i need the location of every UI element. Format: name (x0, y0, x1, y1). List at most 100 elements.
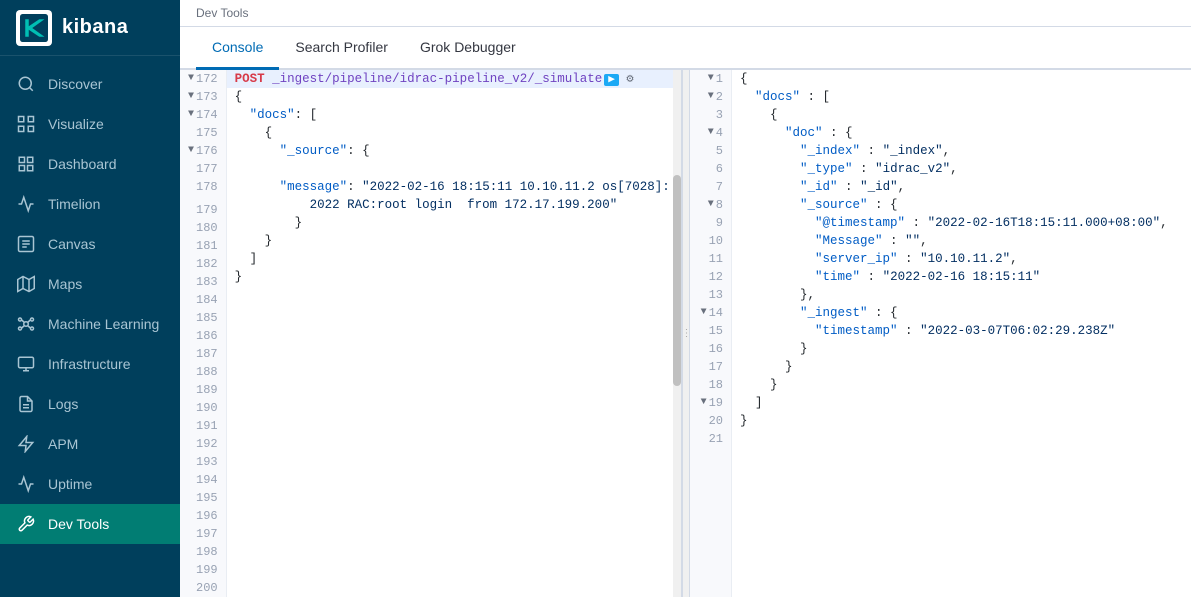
sidebar-item-maps[interactable]: Maps (0, 264, 180, 304)
code-line-172: POST _ingest/pipeline/idrac-pipeline_v2/… (227, 70, 681, 88)
code-line-186 (227, 340, 681, 358)
tabs-bar: Console Search Profiler Grok Debugger (180, 27, 1191, 70)
logs-label: Logs (48, 396, 78, 412)
code-line-176: "_source": { (227, 142, 681, 160)
line-172: ▼172 (180, 70, 226, 88)
visualize-icon (16, 114, 36, 134)
out-line-4: ▼4 (690, 124, 731, 142)
sidebar-item-apm[interactable]: APM (0, 424, 180, 464)
editor-code-area[interactable]: POST _ingest/pipeline/idrac-pipeline_v2/… (227, 70, 681, 597)
out-code-1: { (732, 70, 1191, 88)
out-line-6: 6 (690, 160, 731, 178)
out-code-20: } (732, 412, 1191, 430)
line-176: ▼176 (180, 142, 226, 160)
line-191: 191 (180, 417, 226, 435)
line-175: 175 (180, 124, 226, 142)
code-line-185 (227, 322, 681, 340)
code-line-192 (227, 448, 681, 466)
code-line-188 (227, 376, 681, 394)
code-line-174: "docs": [ (227, 106, 681, 124)
line-199: 199 (180, 561, 226, 579)
tab-search-profiler[interactable]: Search Profiler (279, 27, 404, 70)
editor-scroll-thumb (673, 175, 681, 386)
out-line-12: 12 (690, 268, 731, 286)
line-173: ▼173 (180, 88, 226, 106)
sidebar-item-machine-learning[interactable]: Machine Learning (0, 304, 180, 344)
out-code-8: "_source" : { (732, 196, 1191, 214)
code-line-183 (227, 286, 681, 304)
visualize-label: Visualize (48, 116, 104, 132)
code-line-181: ] (227, 250, 681, 268)
sidebar-item-infrastructure[interactable]: Infrastructure (0, 344, 180, 384)
line-195: 195 (180, 489, 226, 507)
fold-out-2-arrow: ▼ (708, 88, 714, 106)
kibana-logo-icon (16, 10, 52, 46)
line-184: 184 (180, 291, 226, 309)
editor-scrollbar[interactable] (673, 70, 681, 597)
out-code-13: }, (732, 286, 1191, 304)
logs-icon (16, 394, 36, 414)
code-line-180: } (227, 232, 681, 250)
code-line-191 (227, 430, 681, 448)
sidebar-item-discover[interactable]: Discover (0, 64, 180, 104)
out-code-17: } (732, 358, 1191, 376)
out-line-9: 9 (690, 214, 731, 232)
line-179: 179 (180, 201, 226, 219)
line-185: 185 (180, 309, 226, 327)
line-178: 178 (180, 178, 226, 196)
code-line-178b: 2022 RAC:root login from 172.17.199.200" (227, 196, 681, 214)
machine-learning-label: Machine Learning (48, 316, 159, 332)
apm-icon (16, 434, 36, 454)
line-197: 197 (180, 525, 226, 543)
maps-icon (16, 274, 36, 294)
line-192: 192 (180, 435, 226, 453)
out-code-21 (732, 430, 1191, 448)
editor-container: ▼172 ▼173 ▼174 175 ▼176 177 178 179 180 … (180, 70, 1191, 597)
sidebar-nav: Discover Visualize Dashboard Timelion Ca… (0, 56, 180, 597)
out-code-7: "_id" : "_id", (732, 178, 1191, 196)
out-line-11: 11 (690, 250, 731, 268)
out-code-3: { (732, 106, 1191, 124)
canvas-icon (16, 234, 36, 254)
code-line-187 (227, 358, 681, 376)
out-line-16: 16 (690, 340, 731, 358)
sidebar-item-uptime[interactable]: Uptime (0, 464, 180, 504)
dev-tools-label: Dev Tools (48, 516, 109, 532)
out-line-19: ▼19 (690, 394, 731, 412)
line-187: 187 (180, 345, 226, 363)
out-line-2: ▼2 (690, 88, 731, 106)
out-code-4: "doc" : { (732, 124, 1191, 142)
out-line-3: 3 (690, 106, 731, 124)
logo: kibana (0, 0, 180, 56)
code-line-173: { (227, 88, 681, 106)
tab-console[interactable]: Console (196, 27, 279, 70)
fold-out-4-arrow: ▼ (708, 124, 714, 142)
uptime-icon (16, 474, 36, 494)
out-code-15: "timestamp" : "2022-03-07T06:02:29.238Z" (732, 322, 1191, 340)
line-182: 182 (180, 255, 226, 273)
line-194: 194 (180, 471, 226, 489)
code-line-175: { (227, 124, 681, 142)
fold-173-arrow: ▼ (188, 88, 194, 106)
code-line-193 (227, 466, 681, 484)
sidebar-item-canvas[interactable]: Canvas (0, 224, 180, 264)
pane-divider[interactable]: ⋮ (682, 70, 690, 597)
out-code-2: "docs" : [ (732, 88, 1191, 106)
sidebar-item-timelion[interactable]: Timelion (0, 184, 180, 224)
sidebar: kibana Discover Visualize Dashboard Time… (0, 0, 180, 597)
line-189: 189 (180, 381, 226, 399)
out-line-8: ▼8 (690, 196, 731, 214)
sidebar-item-visualize[interactable]: Visualize (0, 104, 180, 144)
sidebar-item-logs[interactable]: Logs (0, 384, 180, 424)
apm-label: APM (48, 436, 78, 452)
code-line-199 (227, 574, 681, 592)
sidebar-item-dev-tools[interactable]: Dev Tools (0, 504, 180, 544)
line-200: 200 (180, 579, 226, 597)
line-188: 188 (180, 363, 226, 381)
out-code-19: ] (732, 394, 1191, 412)
timelion-label: Timelion (48, 196, 100, 212)
fold-174-arrow: ▼ (188, 106, 194, 124)
out-line-5: 5 (690, 142, 731, 160)
sidebar-item-dashboard[interactable]: Dashboard (0, 144, 180, 184)
tab-grok-debugger[interactable]: Grok Debugger (404, 27, 532, 70)
